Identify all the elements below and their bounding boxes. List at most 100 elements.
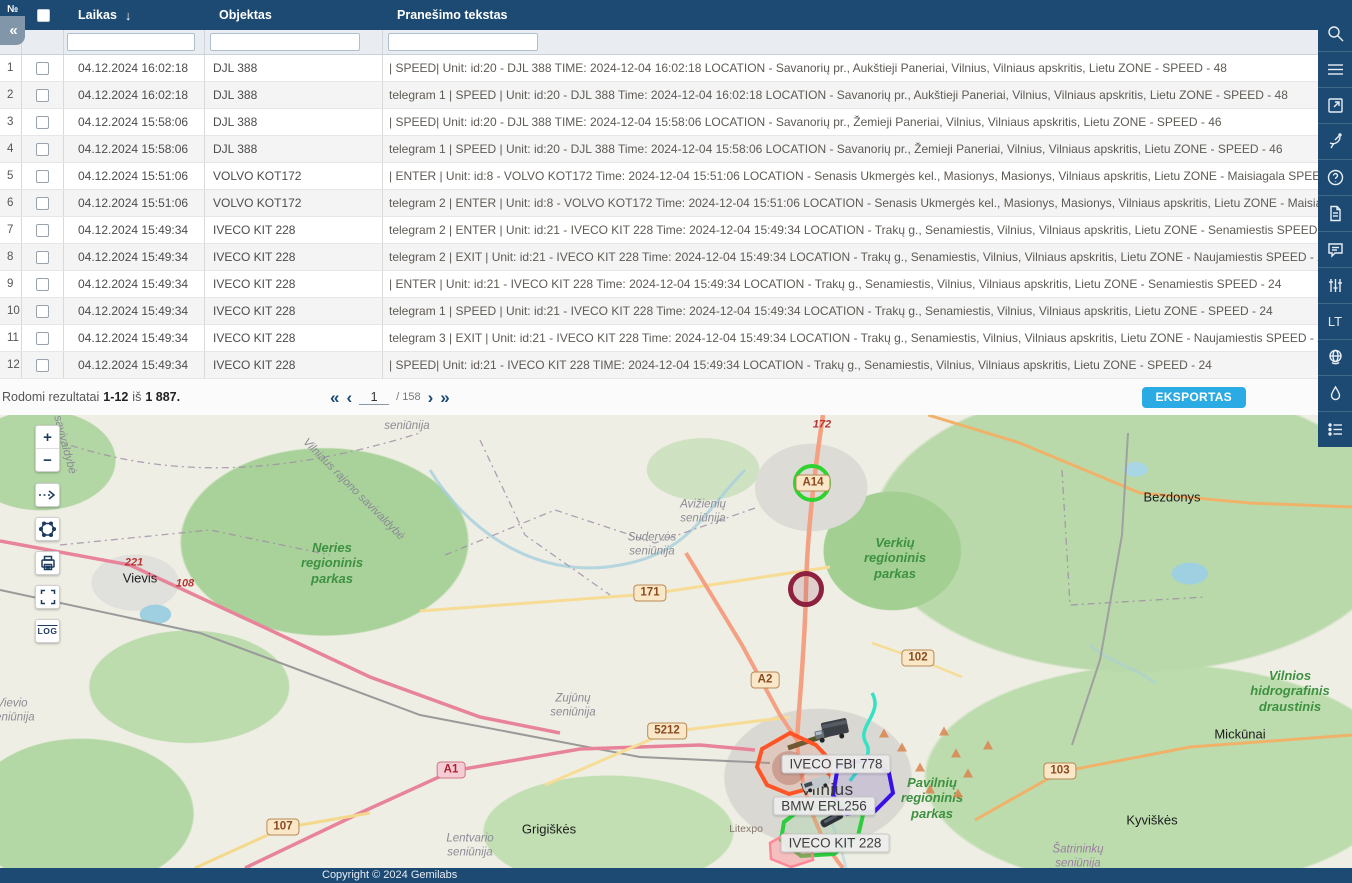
row-object: VOLVO KOT172 (205, 190, 383, 216)
language-switch[interactable]: LT (1318, 303, 1352, 339)
log-button[interactable]: LOG (35, 619, 60, 643)
table-row[interactable]: 1 04.12.2024 16:02:18 DJL 388 | SPEED| U… (0, 55, 1318, 82)
row-message: | SPEED| Unit: id:21 - IVECO KIT 228 TIM… (383, 352, 1318, 378)
table-row[interactable]: 3 04.12.2024 15:58:06 DJL 388 | SPEED| U… (0, 109, 1318, 136)
document-icon[interactable] (1318, 195, 1352, 231)
fullscreen-button[interactable] (35, 585, 60, 609)
row-checkbox[interactable] (36, 116, 49, 129)
row-object: IVECO KIT 228 (205, 325, 383, 351)
event-marker-maroon[interactable] (791, 574, 822, 605)
copyright-text: Copyright © 2024 Gemilabs (322, 868, 457, 883)
row-number: 1 (0, 55, 22, 81)
column-header-object[interactable]: Objektas (205, 8, 383, 22)
row-time: 04.12.2024 16:02:18 (64, 82, 205, 108)
row-checkbox[interactable] (36, 197, 49, 210)
select-all-checkbox[interactable] (37, 9, 50, 22)
row-number: 8 (0, 244, 22, 270)
row-checkbox[interactable] (36, 305, 49, 318)
zoom-in-button[interactable]: + (36, 426, 59, 449)
prev-page-button[interactable]: ‹ (346, 389, 352, 406)
time-filter-input[interactable] (67, 33, 195, 51)
table-row[interactable]: 6 04.12.2024 15:51:06 VOLVO KOT172 teleg… (0, 190, 1318, 217)
row-checkbox[interactable] (36, 359, 49, 372)
row-number: 6 (0, 190, 22, 216)
select-all-cell (22, 9, 64, 22)
row-checkbox[interactable] (36, 224, 49, 237)
print-button[interactable] (35, 551, 60, 575)
row-object: DJL 388 (205, 109, 383, 135)
table-row[interactable]: 7 04.12.2024 15:49:34 IVECO KIT 228 tele… (0, 217, 1318, 244)
row-checkbox[interactable] (36, 332, 49, 345)
sort-desc-icon[interactable]: ↓ (125, 8, 132, 23)
draw-polygon-button[interactable] (35, 517, 60, 541)
row-checkbox[interactable] (36, 89, 49, 102)
vehicle-label[interactable]: IVECO KIT 228 (781, 834, 890, 853)
row-time: 04.12.2024 15:51:06 (64, 190, 205, 216)
row-number: 4 (0, 136, 22, 162)
chat-icon[interactable] (1318, 231, 1352, 267)
row-object: DJL 388 (205, 136, 383, 162)
row-object: DJL 388 (205, 55, 383, 81)
message-filter-input[interactable] (388, 33, 538, 51)
row-time: 04.12.2024 15:49:34 (64, 352, 205, 378)
vehicle-label[interactable]: IVECO FBI 778 (781, 755, 890, 774)
globe-icon[interactable] (1318, 339, 1352, 375)
open-window-icon[interactable] (1318, 87, 1352, 123)
row-message: telegram 2 | EXIT | Unit: id:21 - IVECO … (383, 244, 1318, 270)
column-header-message[interactable]: Pranešimo tekstas (383, 8, 1318, 22)
menu-icon[interactable] (1318, 51, 1352, 87)
row-object: DJL 388 (205, 82, 383, 108)
droplet-icon[interactable] (1318, 375, 1352, 411)
row-object: IVECO KIT 228 (205, 298, 383, 324)
table-row[interactable]: 5 04.12.2024 15:51:06 VOLVO KOT172 | ENT… (0, 163, 1318, 190)
table-row[interactable]: 11 04.12.2024 15:49:34 IVECO KIT 228 tel… (0, 325, 1318, 352)
results-summary: Rodomi rezultatai 1-12 iš 1 887. (2, 379, 180, 415)
row-checkbox[interactable] (36, 62, 49, 75)
vehicle-label[interactable]: BMW ERL256 (773, 797, 875, 816)
row-number: 10 (0, 298, 22, 324)
row-checkbox[interactable] (36, 170, 49, 183)
map-canvas[interactable]: Neries regioninis parkasVerkių regionini… (0, 415, 1352, 868)
row-checkbox[interactable] (36, 278, 49, 291)
row-message: telegram 2 | ENTER | Unit: id:8 - VOLVO … (383, 190, 1318, 216)
row-time: 04.12.2024 15:49:34 (64, 325, 205, 351)
collapse-panel-button[interactable]: « (0, 16, 25, 45)
table-row[interactable]: 2 04.12.2024 16:02:18 DJL 388 telegram 1… (0, 82, 1318, 109)
next-page-button[interactable]: › (428, 389, 434, 406)
table-row[interactable]: 10 04.12.2024 15:49:34 IVECO KIT 228 tel… (0, 298, 1318, 325)
row-number: 3 (0, 109, 22, 135)
row-number: 12 (0, 352, 22, 378)
zoom-out-button[interactable]: − (36, 449, 59, 471)
row-message: telegram 1 | SPEED | Unit: id:20 - DJL 3… (383, 82, 1318, 108)
filters-icon[interactable] (1318, 267, 1352, 303)
satellite-icon[interactable] (1318, 123, 1352, 159)
search-icon[interactable] (1318, 15, 1352, 51)
track-arrow-button[interactable] (35, 483, 60, 507)
column-header-time[interactable]: Laikas↓ (64, 8, 205, 23)
row-time: 04.12.2024 15:49:34 (64, 244, 205, 270)
table-row[interactable]: 8 04.12.2024 15:49:34 IVECO KIT 228 tele… (0, 244, 1318, 271)
list-icon[interactable] (1318, 411, 1352, 447)
row-checkbox[interactable] (36, 143, 49, 156)
row-time: 04.12.2024 16:02:18 (64, 55, 205, 81)
footer-bar: Copyright © 2024 Gemilabs (0, 868, 1352, 883)
messages-table: № Laikas↓ Objektas Pranešimo tekstas 1 0… (0, 0, 1318, 379)
row-time: 04.12.2024 15:49:34 (64, 271, 205, 297)
pagination-bar: Rodomi rezultatai 1-12 iš 1 887. « ‹ / 1… (0, 379, 1318, 415)
object-filter-input[interactable] (210, 33, 360, 51)
table-row[interactable]: 12 04.12.2024 15:49:34 IVECO KIT 228 | S… (0, 352, 1318, 379)
page-number-input[interactable] (359, 390, 389, 405)
table-row[interactable]: 9 04.12.2024 15:49:34 IVECO KIT 228 | EN… (0, 271, 1318, 298)
first-page-button[interactable]: « (330, 389, 339, 406)
help-icon[interactable] (1318, 159, 1352, 195)
export-button[interactable]: EKSPORTAS (1142, 387, 1247, 408)
row-time: 04.12.2024 15:51:06 (64, 163, 205, 189)
table-body: 1 04.12.2024 16:02:18 DJL 388 | SPEED| U… (0, 55, 1318, 379)
table-row[interactable]: 4 04.12.2024 15:58:06 DJL 388 telegram 1… (0, 136, 1318, 163)
row-number: 11 (0, 325, 22, 351)
row-message: telegram 1 | SPEED | Unit: id:20 - DJL 3… (383, 136, 1318, 162)
row-message: | ENTER | Unit: id:21 - IVECO KIT 228 Ti… (383, 271, 1318, 297)
row-number: 5 (0, 163, 22, 189)
row-checkbox[interactable] (36, 251, 49, 264)
last-page-button[interactable]: » (440, 389, 449, 406)
